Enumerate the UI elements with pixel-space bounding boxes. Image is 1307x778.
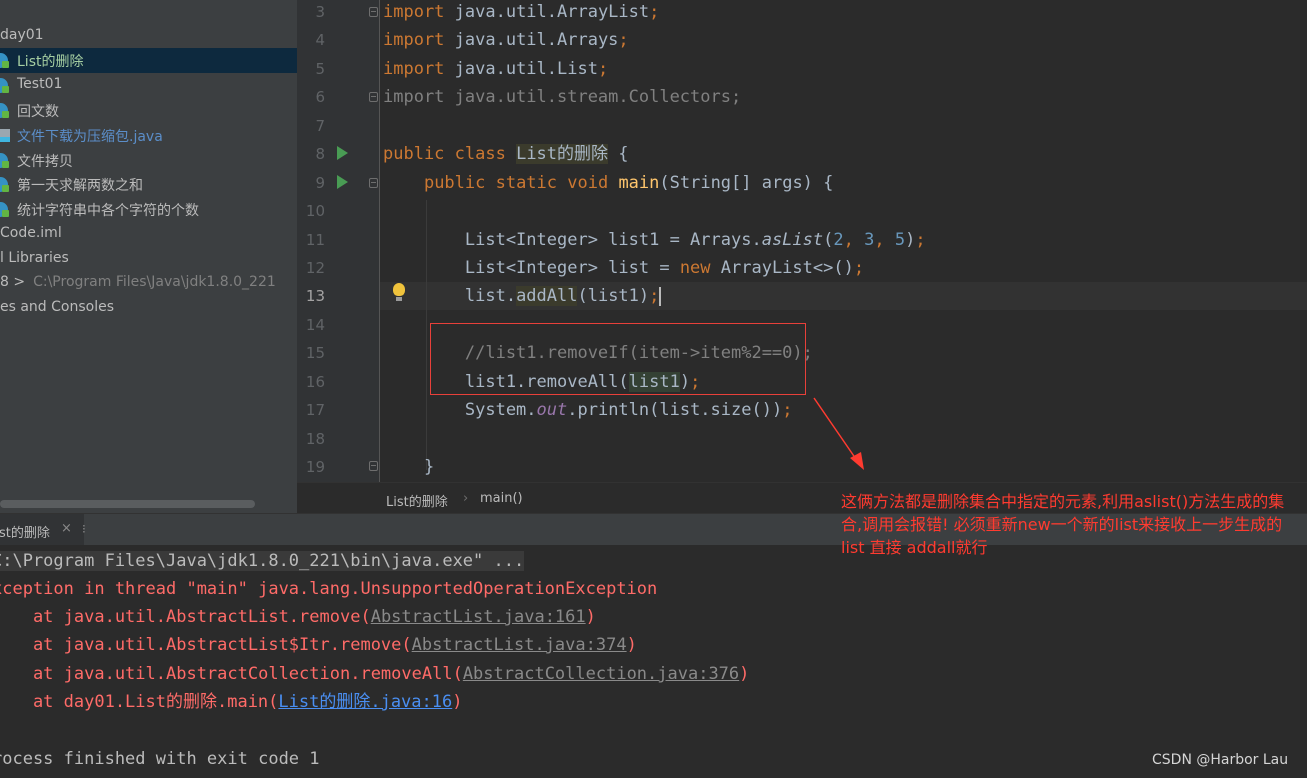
run-console[interactable]: C:\Program Files\Java\jdk1.8.0_221\bin\j…	[0, 545, 1307, 778]
console-command-line: C:\Program Files\Java\jdk1.8.0_221\bin\j…	[0, 549, 525, 577]
java-class-icon	[0, 78, 9, 93]
code-line-19: }	[383, 457, 435, 477]
run-tab[interactable]: st的删除 × ⁝	[0, 514, 86, 546]
tree-item-list-delete[interactable]: List的删除	[0, 48, 297, 73]
breadcrumb-class[interactable]: List的删除	[386, 491, 448, 510]
console-stack-line: at java.util.AbstractCollection.removeAl…	[0, 664, 750, 684]
tree-item-iml[interactable]: Code.iml	[0, 222, 297, 247]
line-number: 8	[315, 145, 325, 163]
console-stack-line: at java.util.AbstractList$Itr.remove(Abs…	[0, 635, 637, 655]
code-line-3: import java.util.ArrayList;	[383, 2, 660, 22]
line-number: 18	[305, 430, 325, 448]
line-number: 11	[305, 231, 325, 249]
line-number: 4	[315, 31, 325, 49]
fold-marker-icon[interactable]	[369, 7, 378, 17]
java-class-icon	[0, 177, 9, 192]
annotation-highlight-box	[430, 323, 806, 395]
run-main-icon[interactable]	[337, 175, 348, 189]
close-icon[interactable]: ×	[61, 521, 72, 536]
project-tree-panel: day01 List的删除 Test01 回文数 文件下载为压缩包.java 文…	[0, 0, 297, 513]
tree-item-label: 文件拷贝	[17, 154, 73, 170]
java-class-icon	[0, 202, 9, 217]
line-number-current: 13	[305, 287, 325, 305]
tree-item-file-copy[interactable]: 文件拷贝	[0, 148, 297, 173]
tree-item-label: 回文数	[17, 104, 59, 120]
line-number: 12	[305, 259, 325, 277]
stack-source-link[interactable]: AbstractCollection.java:376	[463, 664, 739, 684]
tree-item-palindrome[interactable]: 回文数	[0, 98, 297, 123]
fold-marker-icon[interactable]	[369, 461, 378, 471]
line-number: 9	[315, 174, 325, 192]
line-number: 17	[305, 401, 325, 419]
console-stack-line: at day01.List的删除.main(List的删除.java:16)	[0, 692, 463, 712]
run-class-icon[interactable]	[337, 146, 348, 160]
tree-item-label: Test01	[17, 76, 63, 92]
tree-item-zip-download-file[interactable]: 文件下载为压缩包.java	[0, 123, 297, 148]
tree-item-label: 第一天求解两数之和	[17, 178, 143, 194]
code-line-5: import java.util.List;	[383, 59, 609, 79]
code-line-6: import java.util.stream.Collectors;	[383, 87, 742, 107]
line-number: 6	[315, 88, 325, 106]
tree-item-external-libraries[interactable]: l Libraries	[0, 247, 297, 272]
code-line-11: List<Integer> list1 = Arrays.asList(2, 3…	[383, 230, 926, 250]
breadcrumb-method[interactable]: main()	[480, 491, 523, 506]
settings-icon[interactable]: ⁝	[82, 522, 86, 536]
code-line-4: import java.util.Arrays;	[383, 30, 629, 50]
java-class-icon	[0, 53, 9, 68]
console-exception-line: xception in thread "main" java.lang.Unsu…	[0, 579, 658, 599]
tree-item-scratches[interactable]: es and Consoles	[0, 296, 297, 321]
line-number: 16	[305, 373, 325, 391]
sidebar-horizontal-scrollbar[interactable]	[0, 500, 255, 508]
java-file-icon	[0, 129, 10, 142]
line-number: 3	[315, 3, 325, 21]
jdk-path: C:\Program Files\Java\jdk1.8.0_221	[33, 274, 276, 290]
java-class-icon	[0, 153, 9, 168]
tree-item-label: Code.iml	[0, 225, 62, 241]
tree-item-day01[interactable]: day01	[0, 24, 297, 49]
code-line-17: System.out.println(list.size());	[383, 400, 793, 420]
tree-item-label: l Libraries	[0, 250, 69, 266]
tree-item-label: List的删除	[17, 54, 84, 70]
code-editor[interactable]: 3 4 5 6 7 8 9 10 11 12 13 14 15 16 17 18…	[297, 0, 1307, 482]
jdk-version-label: 8 >	[0, 274, 26, 290]
line-number: 7	[315, 117, 325, 135]
editor-gutter: 3 4 5 6 7 8 9 10 11 12 13 14 15 16 17 18…	[297, 0, 380, 482]
tree-item-two-sum[interactable]: 第一天求解两数之和	[0, 172, 297, 197]
line-number: 10	[305, 202, 325, 220]
line-number: 5	[315, 60, 325, 78]
tree-item-label: es and Consoles	[0, 299, 115, 315]
run-tab-label: st的删除	[0, 526, 50, 541]
java-class-icon	[0, 103, 9, 118]
tree-item-label: 文件下载为压缩包.java	[17, 129, 163, 145]
tree-item-char-count[interactable]: 统计字符串中各个字符的个数	[0, 197, 297, 222]
line-number: 14	[305, 316, 325, 334]
code-line-13: list.addAll(list1);	[383, 286, 662, 306]
tree-item-label: day01	[0, 27, 44, 43]
console-stack-line: at java.util.AbstractList.remove(Abstrac…	[0, 607, 596, 627]
console-exit-line: rocess finished with exit code 1	[0, 749, 320, 769]
stack-source-link-user[interactable]: List的删除.java:16	[278, 692, 452, 712]
breadcrumb-separator: ›	[463, 491, 469, 506]
stack-source-link[interactable]: AbstractList.java:374	[412, 635, 627, 655]
fold-marker-icon[interactable]	[369, 178, 378, 188]
tree-item-test01[interactable]: Test01	[0, 73, 297, 98]
tree-item-label: 统计字符串中各个字符的个数	[17, 203, 199, 219]
code-line-9: public static void main(String[] args) {	[423, 173, 834, 193]
stack-source-link[interactable]: AbstractList.java:161	[371, 607, 586, 627]
line-number: 19	[305, 458, 325, 476]
tree-item-jdk[interactable]: 8 > C:\Program Files\Java\jdk1.8.0_221	[0, 271, 297, 296]
watermark: CSDN @Harbor Lau	[1152, 752, 1289, 768]
code-line-8: public class List的删除 {	[383, 144, 629, 164]
line-number: 15	[305, 344, 325, 362]
annotation-note: 这俩方法都是删除集合中指定的元素,利用aslist()方法生成的集合,调用会报错…	[841, 492, 1285, 557]
tree-item-label: 8 > C:\Program Files\Java\jdk1.8.0_221	[0, 274, 276, 290]
fold-marker-icon[interactable]	[369, 92, 378, 102]
code-line-12: List<Integer> list = new ArrayList<>();	[383, 258, 865, 278]
